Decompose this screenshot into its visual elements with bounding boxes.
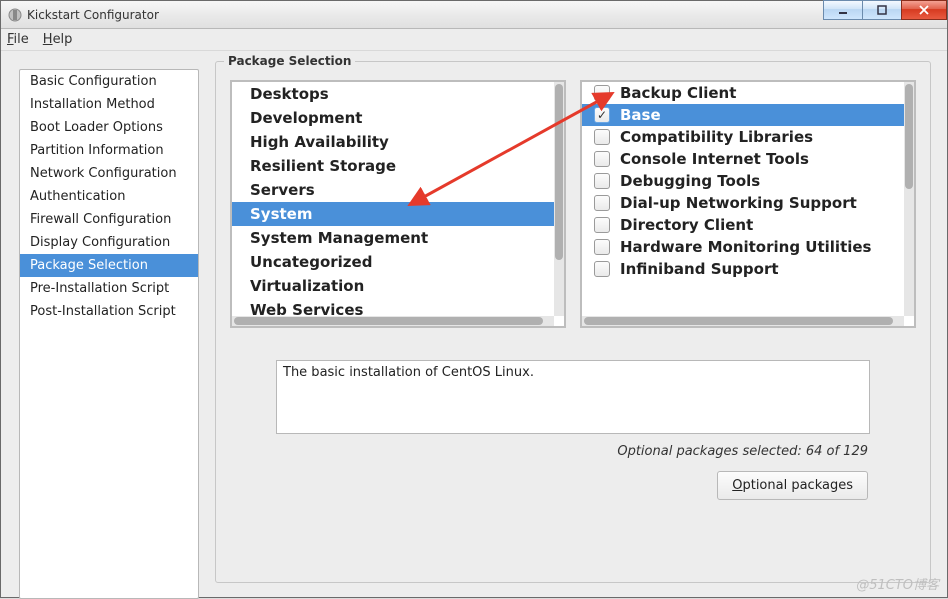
sidebar-item[interactable]: Display Configuration [20,231,198,254]
sidebar-item[interactable]: Post-Installation Script [20,300,198,323]
package-item[interactable]: Dial-up Networking Support [582,192,904,214]
checkbox-icon[interactable] [594,195,610,211]
category-scrollbar-h[interactable] [232,316,554,326]
package-label: Debugging Tools [620,172,760,190]
sidebar-item[interactable]: Pre-Installation Script [20,277,198,300]
status-optional-count: Optional packages selected: 64 of 129 [230,444,868,459]
checkbox-icon[interactable] [594,217,610,233]
category-item[interactable]: Uncategorized [232,250,554,274]
category-scrollbar-v[interactable] [554,82,564,316]
content-area: Basic ConfigurationInstallation MethodBo… [1,51,947,597]
sidebar-item[interactable]: Basic Configuration [20,70,198,93]
package-panel: Backup Client Base Compatibility Libraries… [580,80,916,328]
sidebar-item[interactable]: Installation Method [20,93,198,116]
category-panel: DesktopsDevelopmentHigh AvailabilityResi… [230,80,566,328]
package-label: Base [620,106,661,124]
maximize-button[interactable] [862,0,902,20]
package-label: Infiniband Support [620,260,779,278]
checkbox-icon[interactable] [594,85,610,101]
optional-packages-button[interactable]: Optional packages [717,471,868,500]
category-item[interactable]: Virtualization [232,274,554,298]
sidebar-item[interactable]: Firewall Configuration [20,208,198,231]
watermark: @51CTO博客 [856,574,939,593]
checkbox-icon[interactable] [594,151,610,167]
category-item[interactable]: Servers [232,178,554,202]
checkbox-icon[interactable] [594,261,610,277]
package-scrollbar-v[interactable] [904,82,914,316]
checkbox-icon[interactable] [594,107,610,123]
package-item[interactable]: Backup Client [582,82,904,104]
sidebar-item[interactable]: Boot Loader Options [20,116,198,139]
package-label: Backup Client [620,84,736,102]
package-item[interactable]: Console Internet Tools [582,148,904,170]
package-item[interactable]: Hardware Monitoring Utilities [582,236,904,258]
app-window: Kickstart Configurator File Help Basic C… [0,0,948,598]
sidebar-item[interactable]: Network Configuration [20,162,198,185]
checkbox-icon[interactable] [594,173,610,189]
menu-file[interactable]: File [7,32,29,47]
category-item[interactable]: Resilient Storage [232,154,554,178]
category-item[interactable]: High Availability [232,130,554,154]
menubar: File Help [1,29,947,51]
package-label: Compatibility Libraries [620,128,813,146]
group-legend: Package Selection [224,54,355,68]
description-box: The basic installation of CentOS Linux. [276,360,870,434]
package-label: Directory Client [620,216,753,234]
titlebar[interactable]: Kickstart Configurator [1,1,947,29]
category-list[interactable]: DesktopsDevelopmentHigh AvailabilityResi… [232,82,554,316]
app-icon [7,7,23,23]
checkbox-icon[interactable] [594,239,610,255]
package-label: Dial-up Networking Support [620,194,857,212]
package-list[interactable]: Backup Client Base Compatibility Libraries… [582,82,904,316]
package-item[interactable]: Compatibility Libraries [582,126,904,148]
package-item[interactable]: Debugging Tools [582,170,904,192]
package-item[interactable]: Directory Client [582,214,904,236]
package-item[interactable]: Infiniband Support [582,258,904,280]
category-item[interactable]: System Management [232,226,554,250]
package-item[interactable]: Base [582,104,904,126]
sidebar[interactable]: Basic ConfigurationInstallation MethodBo… [19,69,199,599]
category-item[interactable]: Development [232,106,554,130]
window-controls [824,1,947,28]
checkbox-icon[interactable] [594,129,610,145]
category-item[interactable]: Desktops [232,82,554,106]
package-label: Console Internet Tools [620,150,809,168]
minimize-button[interactable] [823,0,863,20]
menu-help[interactable]: Help [43,32,73,47]
package-scrollbar-h[interactable] [582,316,904,326]
package-selection-group: Package Selection DesktopsDevelopmentHig… [215,61,931,583]
category-item[interactable]: Web Services [232,298,554,316]
package-label: Hardware Monitoring Utilities [620,238,871,256]
window-title: Kickstart Configurator [27,8,824,22]
sidebar-item[interactable]: Package Selection [20,254,198,277]
category-item[interactable]: System [232,202,554,226]
close-button[interactable] [901,0,947,20]
sidebar-item[interactable]: Authentication [20,185,198,208]
sidebar-item[interactable]: Partition Information [20,139,198,162]
